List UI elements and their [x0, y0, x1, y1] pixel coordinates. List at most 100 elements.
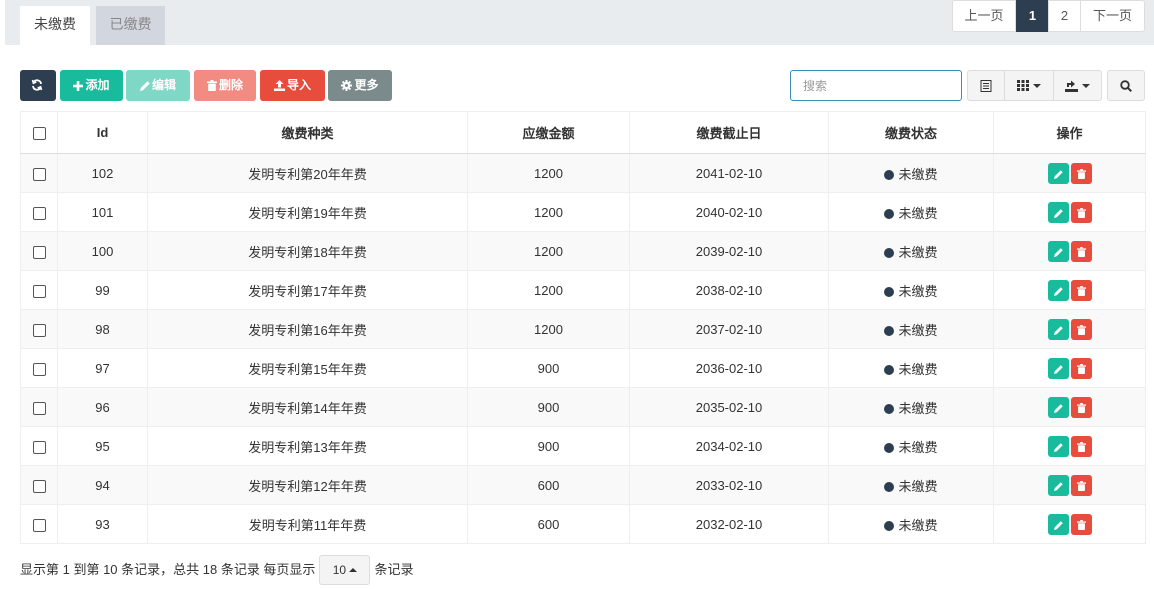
- cell-fee-type: 发明专利第18年年费: [147, 231, 468, 271]
- add-button[interactable]: 添加: [60, 70, 123, 101]
- row-checkbox[interactable]: [32, 479, 46, 493]
- column-header-status[interactable]: 缴费状态: [828, 111, 994, 154]
- row-select-cell: [20, 231, 58, 271]
- page-2-button[interactable]: 2: [1048, 0, 1081, 32]
- column-header-id[interactable]: Id: [57, 111, 148, 154]
- table-row[interactable]: 97 发明专利第15年年费 900 2036-02-10 未缴费: [20, 348, 1146, 388]
- table-row[interactable]: 95 发明专利第13年年费 900 2034-02-10 未缴费: [20, 426, 1146, 466]
- trash-icon: [1076, 481, 1086, 492]
- table-row[interactable]: 99 发明专利第17年年费 1200 2038-02-10 未缴费: [20, 270, 1146, 310]
- row-edit-button[interactable]: [1047, 474, 1069, 496]
- table-row[interactable]: 100 发明专利第18年年费 1200 2039-02-10 未缴费: [20, 231, 1146, 271]
- row-select-cell: [20, 153, 58, 193]
- row-checkbox[interactable]: [32, 440, 46, 454]
- row-delete-button[interactable]: [1070, 396, 1092, 418]
- row-checkbox[interactable]: [32, 362, 46, 376]
- row-checkbox[interactable]: [32, 206, 46, 220]
- table-row[interactable]: 101 发明专利第19年年费 1200 2040-02-10 未缴费: [20, 192, 1146, 232]
- cell-id: 98: [57, 309, 148, 349]
- more-button[interactable]: 更多: [328, 70, 392, 101]
- cell-id: 100: [57, 231, 148, 271]
- row-delete-button[interactable]: [1070, 240, 1092, 262]
- column-header-deadline[interactable]: 缴费截止日: [629, 111, 829, 154]
- cell-deadline: 2036-02-10: [629, 348, 829, 388]
- row-delete-button[interactable]: [1070, 357, 1092, 379]
- table-row[interactable]: 102 发明专利第20年年费 1200 2041-02-10 未缴费: [20, 153, 1146, 193]
- row-delete-button[interactable]: [1070, 318, 1092, 340]
- row-edit-button[interactable]: [1047, 318, 1069, 340]
- import-label: 导入: [286, 78, 311, 92]
- cell-id: 96: [57, 387, 148, 427]
- table-row[interactable]: 93 发明专利第11年年费 600 2032-02-10 未缴费: [20, 504, 1146, 544]
- row-delete-button[interactable]: [1070, 201, 1092, 223]
- cell-status: 未缴费: [828, 348, 994, 388]
- chevron-down-icon: [1082, 83, 1090, 88]
- next-page-button[interactable]: 下一页: [1080, 0, 1145, 32]
- cell-actions: [993, 465, 1146, 505]
- table-row[interactable]: 98 发明专利第16年年费 1200 2037-02-10 未缴费: [20, 309, 1146, 349]
- caret-up-icon: [349, 568, 358, 572]
- cell-amount: 1200: [467, 231, 630, 271]
- row-edit-button[interactable]: [1047, 240, 1069, 262]
- row-delete-button[interactable]: [1070, 279, 1092, 301]
- page-size-dropdown[interactable]: 10: [319, 555, 371, 585]
- row-checkbox[interactable]: [32, 167, 46, 181]
- pencil-icon: [1053, 169, 1063, 179]
- cell-deadline: 2032-02-10: [629, 504, 829, 544]
- row-edit-button[interactable]: [1047, 513, 1069, 535]
- row-delete-button[interactable]: [1070, 474, 1092, 496]
- search-button[interactable]: [1107, 70, 1145, 101]
- row-delete-button[interactable]: [1070, 162, 1092, 184]
- row-checkbox[interactable]: [32, 518, 46, 532]
- tab-unpaid[interactable]: 未缴费: [20, 6, 90, 45]
- search-input[interactable]: [790, 70, 962, 101]
- cell-amount: 900: [467, 426, 630, 466]
- cell-id: 102: [57, 153, 148, 193]
- page-size-value: 10: [332, 563, 347, 577]
- column-header-type[interactable]: 缴费种类: [147, 111, 468, 154]
- cell-actions: [993, 387, 1146, 427]
- tab-paid[interactable]: 已缴费: [96, 6, 165, 45]
- table-row[interactable]: 94 发明专利第12年年费 600 2033-02-10 未缴费: [20, 465, 1146, 505]
- row-select-cell: [20, 348, 58, 388]
- prev-page-button[interactable]: 上一页: [952, 0, 1016, 32]
- row-edit-button[interactable]: [1047, 162, 1069, 184]
- table-row[interactable]: 96 发明专利第14年年费 900 2035-02-10 未缴费: [20, 387, 1146, 427]
- row-checkbox[interactable]: [32, 401, 46, 415]
- toggle-view-button[interactable]: [967, 70, 1005, 101]
- row-checkbox[interactable]: [32, 284, 46, 298]
- cell-status: 未缴费: [828, 192, 994, 232]
- plus-icon: [73, 81, 84, 91]
- pencil-icon: [1053, 403, 1063, 413]
- columns-button[interactable]: [1004, 70, 1054, 101]
- add-label: 添加: [85, 78, 110, 92]
- delete-button[interactable]: 删除: [194, 70, 256, 101]
- cell-deadline: 2037-02-10: [629, 309, 829, 349]
- row-checkbox[interactable]: [32, 323, 46, 337]
- row-checkbox[interactable]: [32, 245, 46, 259]
- search-icon: [1120, 79, 1132, 92]
- row-edit-button[interactable]: [1047, 396, 1069, 418]
- row-edit-button[interactable]: [1047, 435, 1069, 457]
- export-icon: [1065, 80, 1078, 92]
- column-header-amount[interactable]: 应缴金额: [467, 111, 630, 154]
- grid-icon: [1017, 80, 1029, 91]
- export-button[interactable]: [1053, 70, 1102, 101]
- edit-button[interactable]: 编辑: [126, 70, 190, 101]
- cell-fee-type: 发明专利第14年年费: [147, 387, 468, 427]
- refresh-button[interactable]: [20, 70, 56, 101]
- row-edit-button[interactable]: [1047, 357, 1069, 379]
- row-delete-button[interactable]: [1070, 435, 1092, 457]
- row-edit-button[interactable]: [1047, 279, 1069, 301]
- trash-icon: [1076, 208, 1086, 219]
- pagination-summary: 显示第 1 到第 10 条记录，总共 18 条记录 每页显示: [20, 562, 316, 577]
- pencil-icon: [1053, 364, 1063, 374]
- import-button[interactable]: 导入: [260, 70, 325, 101]
- row-delete-button[interactable]: [1070, 513, 1092, 535]
- page-1-button[interactable]: 1: [1016, 0, 1049, 32]
- trash-icon: [1076, 286, 1086, 297]
- refresh-icon: [31, 79, 43, 91]
- row-edit-button[interactable]: [1047, 201, 1069, 223]
- select-all-checkbox[interactable]: [32, 127, 46, 141]
- cell-deadline: 2039-02-10: [629, 231, 829, 271]
